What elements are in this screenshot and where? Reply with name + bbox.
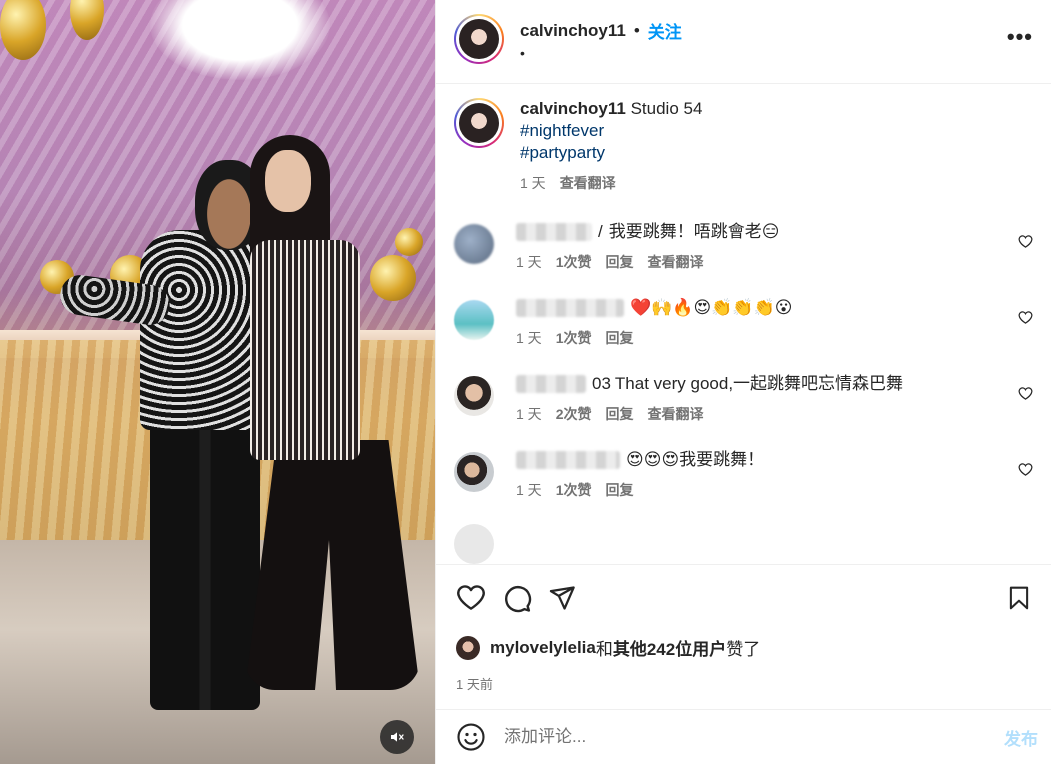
commenter-avatar[interactable] xyxy=(454,376,494,416)
comment-text: That very good,一起跳舞吧忘情森巴舞 xyxy=(614,374,904,393)
post-actions: mylovelylelia 和 其他242位用户 赞了 1 天前 xyxy=(436,564,1051,709)
comment-likes-count[interactable]: 2次赞 xyxy=(556,404,592,424)
post-timestamp: 1 天前 xyxy=(456,677,493,692)
like-comment-heart-icon[interactable] xyxy=(1018,462,1033,477)
author-avatar[interactable] xyxy=(454,98,504,148)
comment-item: 03 That very good,一起跳舞吧忘情森巴舞 1 天 2次赞 回复 … xyxy=(454,372,1033,424)
reply-button[interactable]: 回复 xyxy=(605,328,633,348)
woman-figure-jacket xyxy=(250,240,360,460)
commenter-avatar[interactable] xyxy=(454,452,494,492)
translate-link[interactable]: 查看翻译 xyxy=(560,172,616,194)
like-comment-heart-icon[interactable] xyxy=(1018,234,1033,249)
post-caption: calvinchoy11 Studio 54 #nightfever #part… xyxy=(454,98,1033,194)
commenter-name-fragment: / xyxy=(598,222,603,241)
reply-button[interactable]: 回复 xyxy=(605,404,633,424)
post-header: calvinchoy11 • 关注 • ••• xyxy=(436,0,1051,84)
like-comment-heart-icon[interactable] xyxy=(1018,386,1033,401)
commenter-avatar[interactable] xyxy=(454,300,494,340)
post-comment-button[interactable]: 发布 xyxy=(1004,725,1038,750)
translate-link[interactable]: 查看翻译 xyxy=(647,404,703,424)
comment-emoji: 😑 xyxy=(761,222,780,242)
liker-username[interactable]: mylovelylelia xyxy=(490,638,596,658)
reply-button[interactable]: 回复 xyxy=(605,252,633,272)
commenter-username-blurred[interactable] xyxy=(516,299,624,317)
like-heart-icon[interactable] xyxy=(456,583,486,613)
comment-time: 1 天 xyxy=(516,254,542,270)
likes-others[interactable]: 其他242位用户 xyxy=(613,635,726,660)
hashtag-link[interactable]: #nightfever xyxy=(520,120,702,142)
likes-summary[interactable]: mylovelylelia 和 其他242位用户 赞了 xyxy=(456,635,1032,660)
caption-text: Studio 54 xyxy=(630,99,703,118)
commenter-avatar[interactable] xyxy=(454,524,494,564)
comment-time: 1 天 xyxy=(516,330,542,346)
commenter-username-blurred[interactable] xyxy=(516,451,620,469)
comment-input[interactable] xyxy=(504,727,1004,747)
hashtag-link[interactable]: #partyparty xyxy=(520,142,702,164)
header-subtitle: • xyxy=(520,45,525,61)
mute-button[interactable] xyxy=(380,720,414,754)
reply-button[interactable]: 回复 xyxy=(605,480,633,500)
post-dialog: calvinchoy11 • 关注 • ••• calvinchoy11 Stu… xyxy=(0,0,1051,764)
commenter-username-blurred[interactable] xyxy=(516,375,586,393)
comment-item: / 我要跳舞！唔跳會老 😑 1 天 1次赞 回复 查看翻译 xyxy=(454,220,1033,272)
gold-balloon xyxy=(370,255,416,301)
more-options-button[interactable]: ••• xyxy=(1007,26,1033,48)
commenter-name-fragment: 03 xyxy=(592,374,611,393)
comment-bubble-icon[interactable] xyxy=(502,583,532,613)
comment-likes-count[interactable]: 1次赞 xyxy=(556,480,592,500)
liker-avatar[interactable] xyxy=(456,635,480,660)
speaker-muted-icon xyxy=(391,732,404,742)
translate-link[interactable]: 查看翻译 xyxy=(647,252,703,272)
author-avatar[interactable] xyxy=(454,14,504,64)
side-panel: calvinchoy11 • 关注 • ••• calvinchoy11 Stu… xyxy=(435,0,1051,764)
comment-likes-count[interactable]: 1次赞 xyxy=(556,328,592,348)
comment-time: 1 天 xyxy=(516,406,542,422)
comment-item-partial xyxy=(454,520,1033,564)
share-paper-plane-icon[interactable] xyxy=(548,584,576,612)
emoji-smiley-icon[interactable] xyxy=(456,722,486,752)
likes-suffix: 赞了 xyxy=(726,640,761,659)
comments-list[interactable]: calvinchoy11 Studio 54 #nightfever #part… xyxy=(436,84,1051,564)
comment-text: 我要跳舞！唔跳會老 xyxy=(608,222,762,241)
comment-time: 1 天 xyxy=(516,482,542,498)
follow-button[interactable]: 关注 xyxy=(648,18,682,43)
like-comment-heart-icon[interactable] xyxy=(1018,310,1033,325)
gold-balloon xyxy=(395,228,423,256)
comment-text: 我要跳舞！ xyxy=(679,450,765,469)
author-username[interactable]: calvinchoy11 xyxy=(520,21,626,41)
post-photo[interactable] xyxy=(0,0,435,764)
woman-figure-face xyxy=(265,150,311,212)
man-figure-legs xyxy=(150,420,260,710)
comment-likes-count[interactable]: 1次赞 xyxy=(556,252,592,272)
commenter-username-blurred[interactable] xyxy=(516,223,592,241)
commenter-avatar[interactable] xyxy=(454,224,494,264)
comment-item: ❤️🙌🔥😍👏👏👏😮 1 天 1次赞 回复 xyxy=(454,296,1033,348)
comment-emoji: 😍😍😍 xyxy=(626,450,680,470)
comment-item: 😍😍😍 我要跳舞！ 1 天 1次赞 回复 xyxy=(454,448,1033,500)
likes-joiner: 和 xyxy=(595,640,613,659)
add-comment-bar: 发布 xyxy=(436,709,1051,764)
separator-dot: • xyxy=(633,20,640,40)
comment-emoji: ❤️🙌🔥😍👏👏👏😮 xyxy=(630,298,793,318)
caption-username[interactable]: calvinchoy11 xyxy=(520,99,626,118)
bookmark-save-icon[interactable] xyxy=(1006,584,1032,612)
caption-time: 1 天 xyxy=(520,175,546,191)
